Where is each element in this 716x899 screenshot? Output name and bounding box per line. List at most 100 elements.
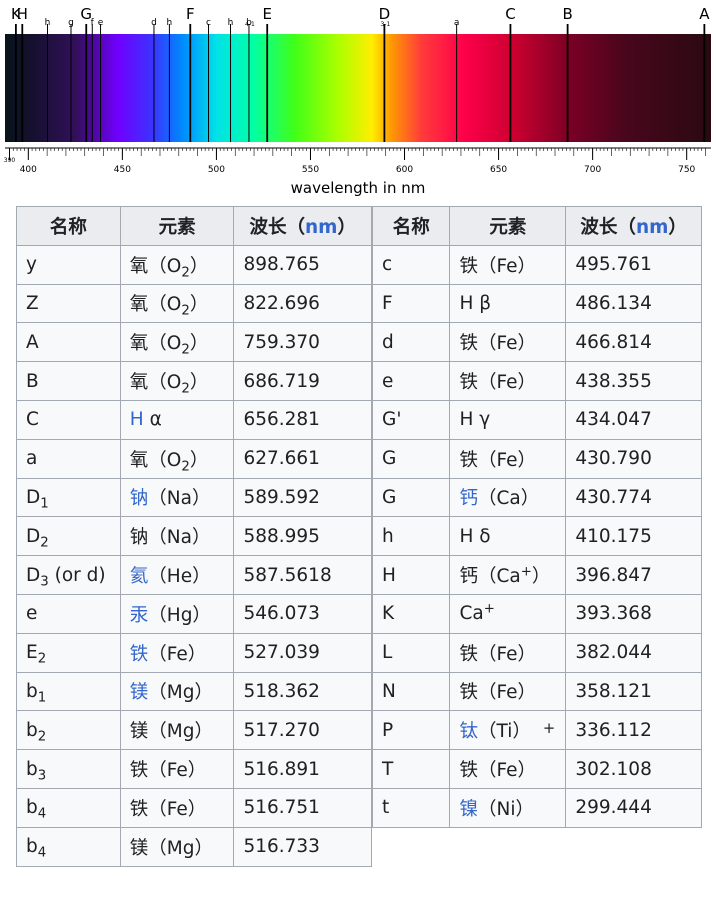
table-row: K Ca+ 393.368: [371, 593, 702, 634]
line-name: e: [382, 370, 394, 392]
element-detail: （Hg）: [148, 604, 211, 626]
element-detail: （O: [148, 372, 182, 394]
table-row: d 铁（Fe） 466.814: [371, 322, 702, 363]
line-name-subscript: 1: [37, 690, 47, 706]
left-table: 名称 元素 波长（nm） y 氧（O2） 898.765 Z 氧（O2） 822.696 A…: [16, 206, 372, 867]
line-label: 3-1: [380, 21, 390, 28]
line-name: B: [26, 370, 39, 392]
element-name: 铁: [459, 643, 478, 665]
x-axis-label: wavelength in nm: [291, 179, 426, 197]
table-row: b3 铁（Fe） 516.891: [16, 749, 372, 789]
line-label: g: [68, 18, 74, 28]
table-row: c 铁（Fe） 495.761: [371, 244, 702, 285]
nm-link[interactable]: nm: [305, 217, 337, 238]
table-row: L 铁（Fe） 382.044: [371, 632, 702, 673]
element-detail: （Ca）: [478, 488, 540, 510]
table-row: b2 镁（Mg） 517.270: [16, 710, 372, 751]
table-row: FH β 486.134: [371, 283, 702, 324]
element-subscript: 2: [181, 304, 190, 320]
line-name-cell: b2: [16, 710, 121, 751]
element-detail: β: [473, 292, 492, 314]
line-name-cell: D2: [16, 516, 121, 557]
wavelength-cell: 393.368: [565, 593, 702, 634]
line-name: G: [382, 486, 397, 508]
line-name-cell: K: [371, 593, 451, 634]
table-row: y 氧（O2） 898.765: [16, 244, 372, 285]
wavelength-cell: 495.761: [565, 244, 702, 285]
element-cell: 氦（He）: [119, 555, 235, 595]
fraunhofer-lines-table: 名称 元素 波长（nm） y 氧（O2） 898.765 Z 氧（O2） 822.696 A…: [16, 206, 702, 889]
element-name: Ca: [459, 603, 484, 625]
wavelength-cell: 516.733: [233, 826, 372, 867]
element-link[interactable]: 镁: [130, 682, 149, 703]
element-cell: 钠（Na）: [119, 516, 235, 557]
tick-label: 600: [396, 165, 413, 175]
element-name: 氧: [129, 372, 149, 394]
line-name-cell: Z: [16, 283, 121, 324]
line-name-cell: P: [371, 710, 451, 751]
element-link[interactable]: 镍: [459, 799, 478, 820]
line-name-note: (or d): [48, 564, 106, 586]
element-name: H: [459, 292, 474, 314]
line-name: F: [382, 292, 393, 314]
nm-link[interactable]: nm: [636, 217, 668, 238]
table-row: B 氧（O2） 686.719: [16, 361, 372, 401]
element-detail-end: ）: [189, 294, 209, 316]
element-detail-end: ）: [531, 566, 551, 588]
table-row: E2 铁（Fe） 527.039: [16, 632, 372, 673]
element-detail: （Fe）: [148, 643, 207, 665]
table-row: H 钙（Ca+） 396.847: [371, 555, 702, 595]
wavelength-cell: 759.370: [233, 322, 372, 363]
element-link[interactable]: 钙: [459, 488, 478, 509]
element-link[interactable]: 氦: [130, 566, 149, 587]
wavelength-cell: 516.891: [233, 749, 372, 789]
line-name-cell: b4: [16, 787, 121, 828]
right-table: 名称 元素 波长（nm） c 铁（Fe） 495.761 F H β 486.134 d 铁（…: [371, 206, 702, 828]
table-row: A 氧（O2） 759.370: [16, 322, 372, 363]
table-row: CH α 656.281: [16, 399, 372, 440]
line-name: c: [382, 254, 393, 276]
element-detail: （Mg）: [148, 721, 213, 743]
element-name: 铁: [129, 798, 149, 820]
element-detail: （O: [148, 449, 182, 471]
element-detail: （Fe）: [478, 372, 537, 394]
element-detail: δ: [473, 525, 491, 547]
element-cell: 铁（Fe）: [449, 438, 567, 479]
header-wavelength: 波长（nm）: [233, 206, 372, 246]
element-cell: 氧（O2）: [119, 244, 235, 285]
element-cell: 铁（Fe）: [449, 671, 567, 712]
wavelength-cell: 382.044: [565, 632, 702, 673]
element-detail-end: ）: [189, 372, 209, 394]
line-name-cell: A: [16, 322, 121, 363]
tick-label: 450: [114, 165, 131, 175]
line-label: C: [505, 5, 515, 23]
element-link[interactable]: 钠: [130, 488, 149, 509]
element-link[interactable]: 钛: [459, 721, 478, 742]
line-name: Z: [26, 292, 39, 314]
element-link[interactable]: 铁: [130, 644, 149, 665]
element-cell: 镁（Mg）: [119, 710, 235, 751]
element-link[interactable]: 汞: [130, 605, 149, 626]
line-name-subscript: 2: [37, 729, 47, 745]
element-detail: （Fe）: [478, 333, 537, 355]
element-detail: （Na）: [148, 527, 211, 549]
line-name-subscript: 4: [37, 845, 47, 861]
element-name: 铁: [459, 333, 478, 355]
line-label: H: [17, 5, 28, 23]
header-wavelength-prefix: 波长（: [580, 216, 636, 238]
element-cell: 铁（Fe）: [449, 632, 567, 673]
header-wavelength-suffix: ）: [668, 216, 687, 238]
element-name: 氧: [129, 255, 149, 277]
tick-label: 700: [584, 165, 601, 175]
line-name: E: [26, 642, 38, 664]
wavelength-cell: 336.112: [565, 710, 702, 751]
table-row: G' H γ 434.047: [371, 399, 702, 440]
element-cell: 铁（Fe）: [449, 361, 567, 401]
line-label: d: [151, 18, 157, 28]
line-name-cell: D1: [16, 477, 121, 518]
element-link[interactable]: H: [130, 409, 144, 430]
element-detail: （O: [148, 294, 182, 316]
wavelength-cell: 898.765: [233, 244, 372, 285]
line-name-subscript: 3: [37, 768, 47, 784]
line-name-cell: b3: [16, 749, 121, 789]
